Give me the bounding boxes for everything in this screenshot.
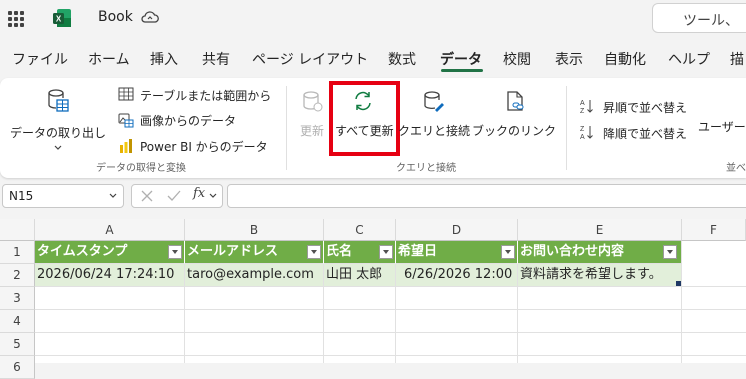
table-header-cell[interactable]: タイムスタンプ	[35, 241, 185, 264]
active-tab-indicator	[441, 69, 483, 72]
workbook-links-icon	[507, 91, 524, 111]
column-header-d[interactable]: D	[396, 219, 518, 241]
table-icon	[118, 87, 134, 101]
ribbon-tab-bar: ファイル ホーム 挿入 共有 ページ レイアウト 数式 データ 校閲 表示 自動…	[0, 40, 746, 76]
chevron-down-icon[interactable]	[108, 192, 118, 200]
table-header-label: 希望日	[398, 244, 438, 259]
row-header-5[interactable]: 5	[0, 333, 35, 356]
cancel-icon[interactable]	[140, 189, 154, 203]
insert-function-button[interactable]: fx	[193, 186, 205, 201]
column-header-e[interactable]: E	[518, 219, 682, 241]
table-header-cell[interactable]: 氏名	[324, 241, 396, 264]
confirm-icon[interactable]	[166, 189, 182, 203]
tab-formulas[interactable]: 数式	[388, 49, 416, 69]
tab-draw[interactable]: 描	[730, 49, 744, 69]
filter-dropdown-icon[interactable]	[379, 245, 393, 259]
gridline	[35, 355, 746, 356]
table-header-label: お問い合わせ内容	[520, 244, 625, 259]
filter-dropdown-icon[interactable]	[663, 245, 677, 259]
tab-share[interactable]: 共有	[202, 49, 230, 69]
refresh-button[interactable]: 更新	[300, 122, 324, 139]
select-all-corner[interactable]	[0, 219, 35, 241]
gridline	[681, 241, 682, 363]
app-launcher-icon[interactable]	[8, 11, 24, 27]
workbook-name[interactable]: Book	[98, 9, 133, 25]
gridline	[323, 286, 324, 363]
svg-text:Z: Z	[580, 126, 585, 133]
row-header-4[interactable]: 4	[0, 310, 35, 333]
from-image-button[interactable]: 画像からのデータ	[140, 112, 236, 129]
column-header-c[interactable]: C	[324, 219, 396, 241]
row-header-3[interactable]: 3	[0, 287, 35, 310]
table-cell[interactable]: 山田 太郎	[324, 264, 396, 287]
tab-page-layout[interactable]: ページ レイアウト	[252, 49, 368, 69]
queries-connections-button[interactable]: クエリと接続	[398, 122, 470, 139]
name-box[interactable]: N15	[2, 184, 124, 208]
tab-file[interactable]: ファイル	[12, 49, 68, 69]
column-header-b[interactable]: B	[185, 219, 324, 241]
tab-help[interactable]: ヘルプ	[668, 49, 710, 69]
chevron-down-icon[interactable]	[53, 144, 63, 152]
database-table-icon	[48, 89, 69, 112]
custom-sort-button[interactable]: ユーザー	[698, 118, 746, 135]
table-header-label: タイムスタンプ	[37, 244, 128, 259]
tab-review[interactable]: 校閲	[503, 49, 531, 69]
filter-dropdown-icon[interactable]	[501, 245, 515, 259]
tab-data[interactable]: データ	[440, 49, 482, 69]
tab-insert[interactable]: 挿入	[150, 49, 178, 69]
from-powerbi-button[interactable]: Power BI からのデータ	[140, 138, 268, 155]
filter-dropdown-icon[interactable]	[168, 245, 182, 259]
table-cell[interactable]: 6/26/2026 12:00	[396, 264, 518, 287]
ribbon-separator	[286, 86, 287, 170]
gridline	[35, 332, 746, 333]
table-cell[interactable]: 資料請求を希望します。	[518, 264, 682, 287]
group-label-sort: 並べ	[726, 163, 746, 174]
from-table-button[interactable]: テーブルまたは範囲から	[140, 87, 271, 104]
tab-view[interactable]: 表示	[555, 49, 583, 69]
refresh-database-icon	[303, 91, 323, 112]
highlight-box	[329, 81, 400, 156]
queries-connections-icon	[424, 91, 444, 112]
gridline	[184, 286, 185, 363]
tab-automate[interactable]: 自動化	[604, 49, 646, 69]
table-header-label: メールアドレス	[187, 244, 279, 259]
search-input[interactable]: ツール、	[652, 3, 746, 33]
image-data-icon	[118, 113, 134, 128]
table-cell[interactable]: 2026/06/24 17:24:10	[35, 264, 185, 287]
sort-ascending-button[interactable]: 昇順で並べ替え	[603, 99, 687, 116]
group-label-queries: クエリと接続	[396, 163, 456, 174]
svg-text:A: A	[580, 134, 585, 140]
workbook-links-button[interactable]: ブックのリンク	[472, 122, 556, 139]
table-header-cell[interactable]: お問い合わせ内容	[518, 241, 682, 264]
group-label-get-transform: データの取得と変換	[96, 163, 186, 174]
row-header-6[interactable]: 6	[0, 356, 35, 379]
svg-text:A: A	[580, 100, 585, 107]
cloud-sync-icon[interactable]	[140, 9, 160, 25]
gridline	[35, 286, 746, 287]
table-cell[interactable]: taro@example.com	[185, 264, 324, 287]
gridline	[395, 286, 396, 363]
column-header-a[interactable]: A	[35, 219, 185, 241]
gridline	[517, 286, 518, 363]
sort-descending-icon: Z A	[580, 126, 593, 140]
formula-input[interactable]	[227, 184, 746, 208]
chevron-down-icon[interactable]	[208, 192, 218, 200]
gridline	[35, 309, 746, 310]
row-header-2[interactable]: 2	[0, 264, 35, 287]
sort-descending-button[interactable]: 降順で並べ替え	[603, 125, 687, 142]
power-bi-icon	[120, 139, 132, 153]
row-header-1[interactable]: 1	[0, 241, 35, 264]
sort-ascending-icon: A Z	[580, 100, 593, 114]
table-header-cell[interactable]: メールアドレス	[185, 241, 324, 264]
ribbon-separator	[566, 86, 567, 170]
filter-dropdown-icon[interactable]	[307, 245, 321, 259]
excel-logo-icon: X	[53, 9, 71, 27]
get-data-button[interactable]: データの取り出し	[10, 124, 106, 141]
svg-text:X: X	[56, 15, 62, 24]
tab-home[interactable]: ホーム	[88, 49, 130, 69]
table-header-cell[interactable]: 希望日	[396, 241, 518, 264]
svg-text:Z: Z	[580, 108, 585, 114]
column-header-f[interactable]: F	[682, 219, 746, 241]
table-header-label: 氏名	[326, 244, 353, 259]
